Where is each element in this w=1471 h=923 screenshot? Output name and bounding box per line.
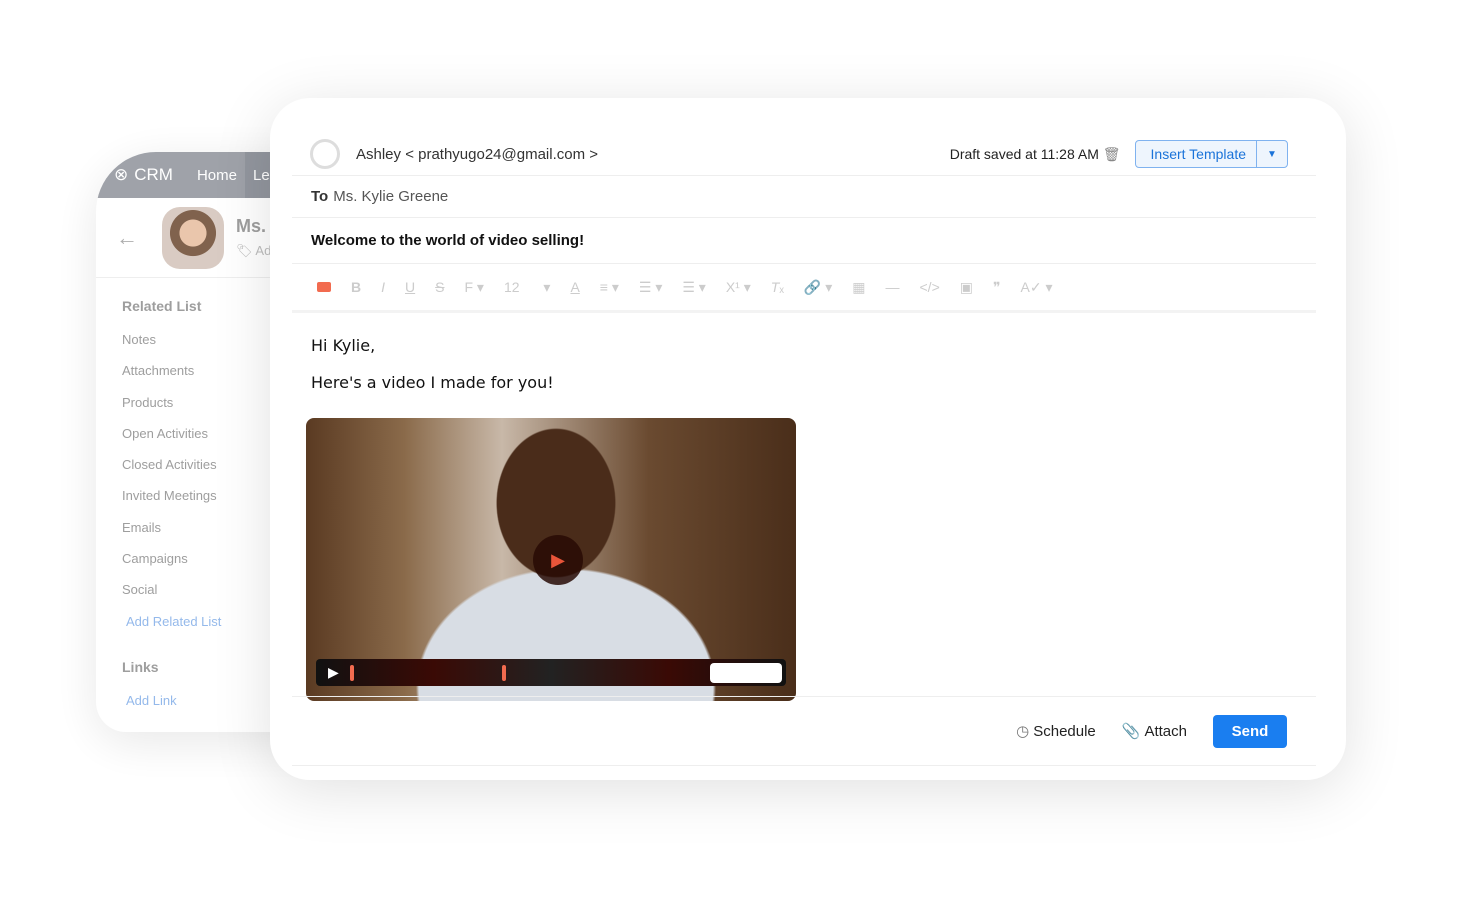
body-line: Hi Kylie, [311,336,376,355]
to-field[interactable]: To Ms. Kylie Greene [292,175,1316,217]
paperclip-icon: 📎 [1121,723,1141,740]
trash-icon[interactable]: 🗑 [1103,146,1121,162]
trim-end-handle[interactable] [502,665,506,681]
video-thumbnail[interactable]: ▶ ▶ [306,418,796,701]
table-icon[interactable]: ▦ [852,279,865,296]
text-color-icon[interactable]: A [570,279,579,295]
italic-icon[interactable]: I [381,279,385,295]
indent-icon[interactable]: ☰ ▾ [682,279,705,296]
to-recipient: Ms. Kylie Greene [333,188,449,205]
email-composer: Ashley < prathyugo24@gmail.com > Draft s… [270,98,1346,780]
sender-avatar-icon [310,139,340,169]
link-icon[interactable]: 🔗 ▾ [804,279,832,296]
clear-format-icon[interactable]: Tₓ [771,279,784,295]
chevron-down-icon[interactable]: ▼ [1257,141,1287,167]
superscript-icon[interactable]: X¹ ▾ [726,279,751,296]
crm-logo-icon: ⊗ [114,165,129,184]
list-icon[interactable]: ☰ ▾ [639,279,662,296]
quote-icon[interactable]: ❞ [993,279,1001,296]
tag-icon: 🏷 [236,243,253,258]
avatar [162,206,224,269]
composer-header: Ashley < prathyugo24@gmail.com > Draft s… [310,132,1288,176]
bold-icon[interactable]: B [351,279,361,295]
attach-button[interactable]: 📎 Attach [1121,722,1187,741]
composer-footer: ◷ Schedule 📎 Attach Send [292,696,1316,766]
play-button-icon[interactable]: ▶ [328,664,339,681]
code-icon[interactable]: </> [920,279,940,295]
insert-template-button[interactable]: Insert Template ▼ [1134,140,1288,168]
video-icon[interactable] [317,282,331,292]
clock-icon: ◷ [1016,723,1030,740]
schedule-button[interactable]: ◷ Schedule [1016,722,1096,741]
draft-status: Draft saved at 11:28 AM 🗑 [949,145,1121,162]
font-family-icon[interactable]: F ▾ [464,279,483,296]
strikethrough-icon[interactable]: S [435,279,444,295]
trim-start-handle[interactable] [350,665,354,681]
from-address[interactable]: Ashley < prathyugo24@gmail.com > [356,146,598,163]
image-icon[interactable]: ▣ [960,279,973,296]
body-line: Here's a video I made for you! [311,373,554,392]
formatting-toolbar: B I U S F ▾ 12 ▾ A ≡ ▾ ☰ ▾ ☰ ▾ X¹ ▾ Tₓ 🔗… [292,263,1316,313]
video-controls: ▶ [316,659,786,686]
underline-icon[interactable]: U [405,279,415,295]
tab-home[interactable]: Home [189,152,245,198]
subject-field[interactable]: Welcome to the world of video selling! [292,217,1316,263]
align-icon[interactable]: ≡ ▾ [600,279,619,296]
play-icon[interactable]: ▶ [533,535,583,585]
email-body[interactable]: Hi Kylie, Here's a video I made for you! [311,336,554,410]
font-size-select[interactable]: 12 ▾ [504,279,551,296]
horizontal-rule-icon[interactable]: — [886,279,900,295]
thumbnail-chip[interactable] [710,663,782,683]
crm-logo[interactable]: ⊗ CRM [114,165,173,185]
send-button[interactable]: Send [1213,714,1287,748]
spellcheck-icon[interactable]: A✓ ▾ [1021,279,1053,296]
back-arrow-icon[interactable]: ← [116,225,138,251]
